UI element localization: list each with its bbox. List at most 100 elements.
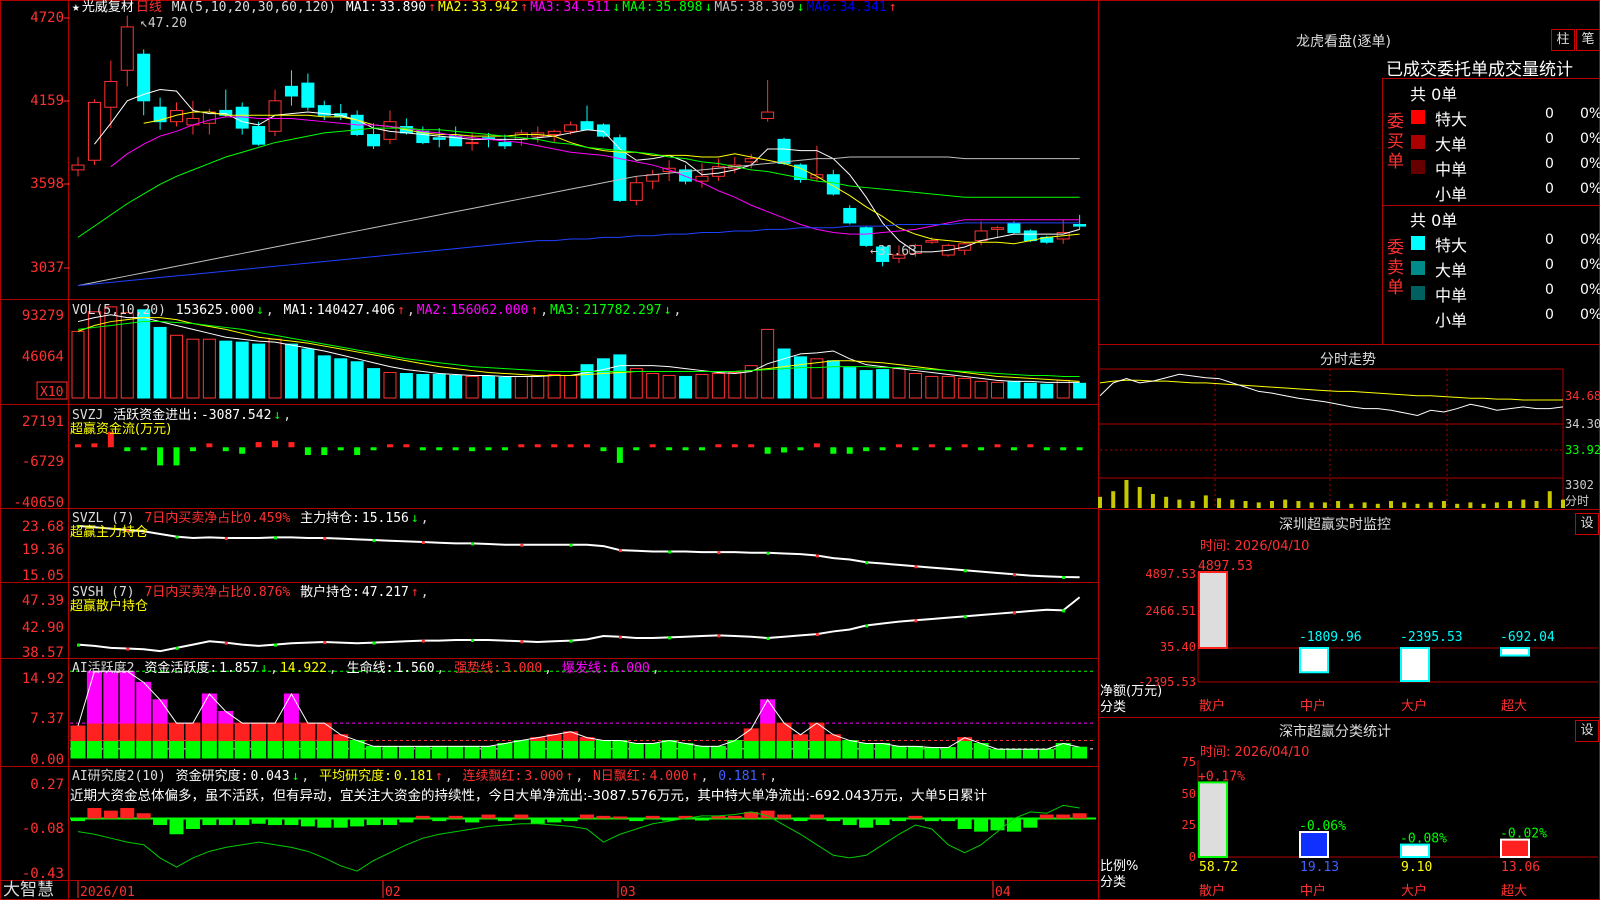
candle-body (613, 137, 627, 201)
minute-volume-bar (1322, 502, 1327, 508)
ai-active-bar (431, 745, 447, 759)
classify-xlabel: 分类 (1100, 875, 1127, 890)
ai-active-bar-red (169, 722, 185, 742)
ai-active-bar (710, 745, 726, 759)
vol-y-tick: 46064 (22, 349, 64, 365)
retail-holding-line-dot (865, 624, 869, 628)
ai-active-bar (612, 740, 628, 759)
fund-flow-bar (994, 444, 1001, 448)
vol-title: VOL(5,10,20) (72, 303, 166, 318)
volume-chart[interactable] (71, 306, 1087, 399)
ai-active-bar (825, 740, 841, 759)
monitor-bar (1198, 571, 1228, 649)
vol-ma-label-2: MA2: (416, 303, 449, 318)
ai-research-bar (153, 818, 168, 826)
period-label[interactable]: 日线 (136, 0, 162, 15)
ai-active-bar (152, 740, 168, 759)
monitor-time: 时间: 2026/04/10 (1200, 539, 1310, 554)
ai-research-bar (481, 814, 496, 819)
volume-bar (137, 309, 151, 399)
classify-chart[interactable]: +0.17% 58.72 散户 -0.06% 19.13 中户 -0.08% 9.10 大户 -0… (1182, 755, 1598, 899)
ai-research-bar (547, 818, 562, 823)
ai-active-label4: 强势线: (454, 661, 502, 676)
sell-swatch-4 (1411, 311, 1425, 325)
ai-active-bar (267, 740, 283, 759)
minute-volume-bar (1137, 487, 1142, 508)
fund-flow-bar (337, 447, 344, 451)
ai-research-chart[interactable] (70, 804, 1096, 872)
classify-bar (1500, 838, 1530, 859)
ma-arrow-4: ↓ (704, 0, 713, 15)
ai-research-bar (892, 818, 906, 822)
fund-flow-bar (1027, 444, 1034, 448)
ai-active-bar-magenta (152, 699, 168, 724)
vol-ma-arrow-1: ↑ (397, 303, 405, 318)
candle-body (761, 111, 775, 119)
ai-research-bar (629, 818, 644, 822)
main-holding-line-dot (914, 565, 918, 569)
retail-holding-line-dot (372, 641, 376, 645)
fund-flow-bar (633, 447, 640, 451)
y-tick: -6729 (22, 454, 64, 470)
fund-flow-bar (978, 447, 985, 451)
monitor-bar-value: -1809.96 (1299, 630, 1362, 645)
ai-research-note: 近期大资金总体偏多，虽不活跃，但有异动，宜关注大资金的持续性，今日大单净流出:-… (70, 788, 988, 804)
classify-change: +0.17% (1198, 769, 1245, 784)
volume-bar (202, 338, 216, 399)
vol-ma-value-1: 140427.406 (316, 303, 396, 318)
monitor-bar-value: -692.04 (1500, 630, 1555, 645)
kline-chart[interactable]: ↖47.20 ←31.63 (71, 15, 1087, 287)
fund-flow-bar (403, 444, 410, 448)
fund-flow-bar (239, 447, 246, 454)
classify-bar (1198, 781, 1228, 859)
ai-research-bar (382, 818, 397, 826)
classify-change: -0.06% (1299, 819, 1346, 834)
svzl-chart[interactable] (77, 524, 1080, 579)
main-chart-area[interactable]: ↖47.20 ←31.63 34.68 34.30 33.92 3302 分时 4897.… (0, 0, 1600, 900)
svsh-label: 散户持仓: (300, 585, 360, 600)
ai-research-bar (842, 818, 857, 826)
pen-button[interactable]: 笔 (1576, 29, 1600, 51)
ai-active-bar (858, 742, 874, 759)
minute-title[interactable]: 分时走势 (1320, 349, 1376, 369)
candle-body (71, 164, 85, 171)
fund-flow-bar (584, 444, 591, 448)
ma-value-6: 34.341 (839, 0, 887, 15)
ai-active-bar-magenta (218, 710, 234, 724)
svsh-chart[interactable] (77, 596, 1081, 653)
candle-body (629, 182, 643, 201)
svzl-value: 15.156 (361, 511, 409, 526)
svzj-value: -3087.542 (200, 408, 272, 423)
ai-research-arrow2: ↑ (435, 769, 443, 784)
svzj-chart[interactable] (75, 431, 1083, 466)
column-button[interactable]: 柱 (1551, 29, 1575, 51)
y-tick: 3037 (30, 260, 64, 276)
classify-title: 深市超赢分类统计 (1279, 724, 1391, 740)
ai-active-bar (727, 740, 743, 759)
buy-row-pct: 0% (1580, 156, 1600, 172)
y-tick: 38.57 (22, 645, 64, 661)
volume-bar (334, 358, 348, 399)
volume-bar (350, 361, 364, 399)
monitor-settings-button[interactable]: 设 (1575, 513, 1599, 535)
minute-chart[interactable]: 34.68 34.30 33.92 3302 分时 (1098, 368, 1600, 508)
buy-swatch-1 (1411, 110, 1425, 124)
ai-active-bar (234, 740, 250, 759)
ma-line-ma120 (77, 222, 1080, 287)
ai-active-chart[interactable] (70, 670, 1096, 759)
y-tick: 7.37 (30, 711, 64, 727)
svzj-label: 活跃资金进出: (113, 408, 199, 423)
ma-params: MA(5,10,20,30,60,120) (171, 0, 337, 15)
dragon-tab-title[interactable]: 龙虎看盘(逐单) (1296, 31, 1391, 51)
fund-flow-bar (534, 444, 541, 448)
ai-active-bar (86, 740, 102, 759)
brand-logo: 大智慧 (3, 880, 54, 900)
monitor-chart[interactable]: 4897.53 散户 -1809.96 中户 -2395.53 大户 -692.04 超大 48… (1138, 559, 1598, 714)
classify-change: -0.08% (1400, 832, 1447, 847)
ai-active-bar (464, 745, 480, 759)
main-holding-line (77, 524, 1080, 579)
ai-active-bar-red (776, 722, 792, 742)
classify-settings-button[interactable]: 设 (1575, 720, 1599, 742)
fund-flow-bar (419, 447, 426, 451)
stock-name[interactable]: 光威复材 (82, 0, 134, 15)
